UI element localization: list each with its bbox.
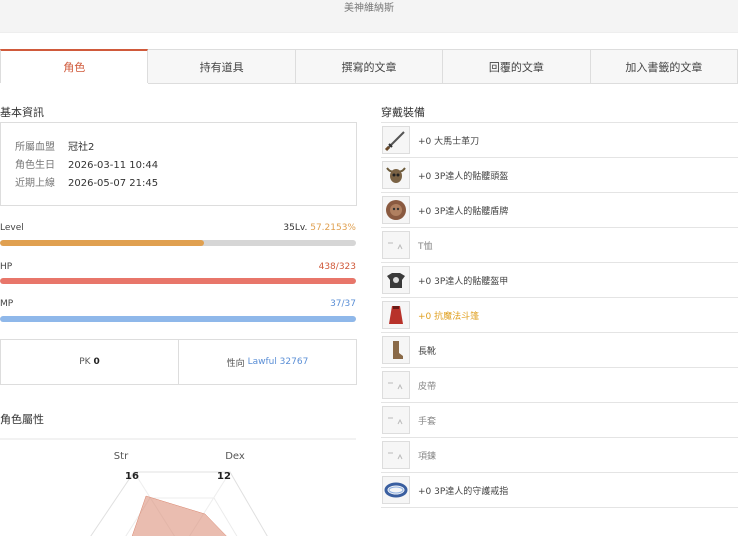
level-label: Level [0, 223, 24, 233]
placeholder-icon [382, 371, 410, 399]
tab-written-posts[interactable]: 撰寫的文章 [295, 49, 444, 84]
level-bar [0, 240, 356, 246]
equipment-name: +0 大馬士革刀 [418, 136, 480, 147]
radar-value-str: 16 [125, 471, 139, 482]
character-name: 美神維納斯 [344, 3, 394, 14]
equipment-item[interactable]: +0 3P達人的骷髏盔甲 [381, 262, 738, 297]
ring-icon [382, 476, 410, 504]
hp-bar-fill [0, 278, 356, 284]
dagger-icon [382, 126, 410, 154]
info-value: 2026-05-07 21:45 [68, 178, 159, 189]
hp-bar [0, 278, 356, 284]
placeholder-icon [382, 406, 410, 434]
basic-info-title: 基本資訊 [0, 106, 44, 119]
equipment-name: T恤 [418, 241, 433, 252]
boots-icon [382, 336, 410, 364]
pk-cell: PK 0 [1, 340, 178, 384]
placeholder-icon [382, 441, 410, 469]
equipment-name: 長靴 [418, 346, 437, 357]
equipment-name: +0 3P達人的守護戒指 [418, 486, 509, 497]
level-value: 35Lv. 57.2153% [283, 223, 356, 233]
tab-items[interactable]: 持有道具 [148, 49, 296, 84]
info-value: 冠社2 [68, 142, 95, 153]
radar-label-str: Str [114, 451, 129, 462]
info-row-last-online: 近期上線 2026-05-07 21:45 [15, 174, 158, 189]
equipment-item[interactable]: 長靴 [381, 332, 738, 367]
equipment-item[interactable]: 手套 [381, 402, 738, 437]
attribute-radar-chart: Str Dex 16 12 [0, 438, 356, 540]
pk-box: PK 0 性向 Lawful 32767 [0, 339, 357, 385]
alignment-cell: 性向 Lawful 32767 [178, 340, 356, 384]
equipment-item[interactable]: T恤 [381, 227, 738, 262]
top-banner: 美神維納斯 [0, 0, 738, 33]
skull-armor-icon [382, 266, 410, 294]
level-percent: 57.2153% [310, 223, 356, 233]
skull-helmet-icon [382, 161, 410, 189]
hp-value: 438/323 [318, 262, 356, 272]
equipment-name: +0 3P達人的骷髏盾牌 [418, 206, 509, 217]
info-label: 近期上線 [15, 178, 55, 189]
equipment-name: +0 3P達人的骷髏頭盔 [418, 171, 509, 182]
level-bar-fill [0, 240, 204, 246]
level-number: 35Lv. [283, 223, 308, 233]
mp-value: 37/37 [330, 299, 356, 309]
info-label: 角色生日 [15, 160, 55, 171]
tab-replied-posts[interactable]: 回覆的文章 [443, 49, 591, 84]
radar-label-dex: Dex [225, 451, 245, 462]
placeholder-icon [382, 231, 410, 259]
radar-value-area [130, 495, 231, 540]
hp-label: HP [0, 262, 13, 272]
equipment-name: 皮帶 [418, 381, 437, 392]
info-row-clan: 所屬血盟 冠社2 [15, 138, 94, 153]
tab-character[interactable]: 角色 [0, 49, 149, 83]
equipment-name: 項鍊 [418, 451, 437, 462]
radar-value-dex: 12 [217, 471, 231, 482]
equipment-item[interactable]: +0 大馬士革刀 [381, 122, 738, 157]
profile-tabs: 角色 持有道具 撰寫的文章 回覆的文章 加入書籤的文章 [0, 49, 739, 84]
info-label: 所屬血盟 [15, 142, 55, 153]
equipment-list: +0 大馬士革刀 +0 3P達人的骷髏頭盔 +0 3P達人的骷髏盾牌 T恤 +0… [381, 122, 738, 508]
attributes-title: 角色屬性 [0, 413, 44, 426]
mp-bar-fill [0, 316, 356, 322]
pk-value: 0 [93, 357, 100, 367]
tab-bookmarked-posts[interactable]: 加入書籤的文章 [590, 49, 739, 84]
equipment-item[interactable]: +0 3P達人的守護戒指 [381, 472, 738, 508]
equipment-item[interactable]: 項鍊 [381, 437, 738, 472]
equipment-item[interactable]: +0 3P達人的骷髏頭盔 [381, 157, 738, 192]
equipment-name: +0 3P達人的骷髏盔甲 [418, 276, 509, 287]
mp-label: MP [0, 299, 14, 309]
info-value: 2026-03-11 10:44 [68, 160, 159, 171]
mp-bar [0, 316, 356, 322]
equipment-name: +0 抗魔法斗篷 [418, 311, 480, 322]
equipment-name: 手套 [418, 416, 437, 427]
info-row-birthday: 角色生日 2026-03-11 10:44 [15, 156, 158, 171]
pk-label: PK [79, 357, 91, 367]
skull-shield-icon [382, 196, 410, 224]
equipment-item[interactable]: +0 抗魔法斗篷 [381, 297, 738, 332]
cloak-icon [382, 301, 410, 329]
basic-info-box: 所屬血盟 冠社2 角色生日 2026-03-11 10:44 近期上線 2026-05… [0, 122, 357, 206]
alignment-label: 性向 [226, 358, 245, 369]
alignment-value: Lawful 32767 [247, 357, 309, 367]
equipment-item[interactable]: 皮帶 [381, 367, 738, 402]
equipment-item[interactable]: +0 3P達人的骷髏盾牌 [381, 192, 738, 227]
radar-svg: Str Dex 16 12 [0, 438, 356, 540]
equipment-title: 穿戴裝備 [381, 106, 425, 119]
